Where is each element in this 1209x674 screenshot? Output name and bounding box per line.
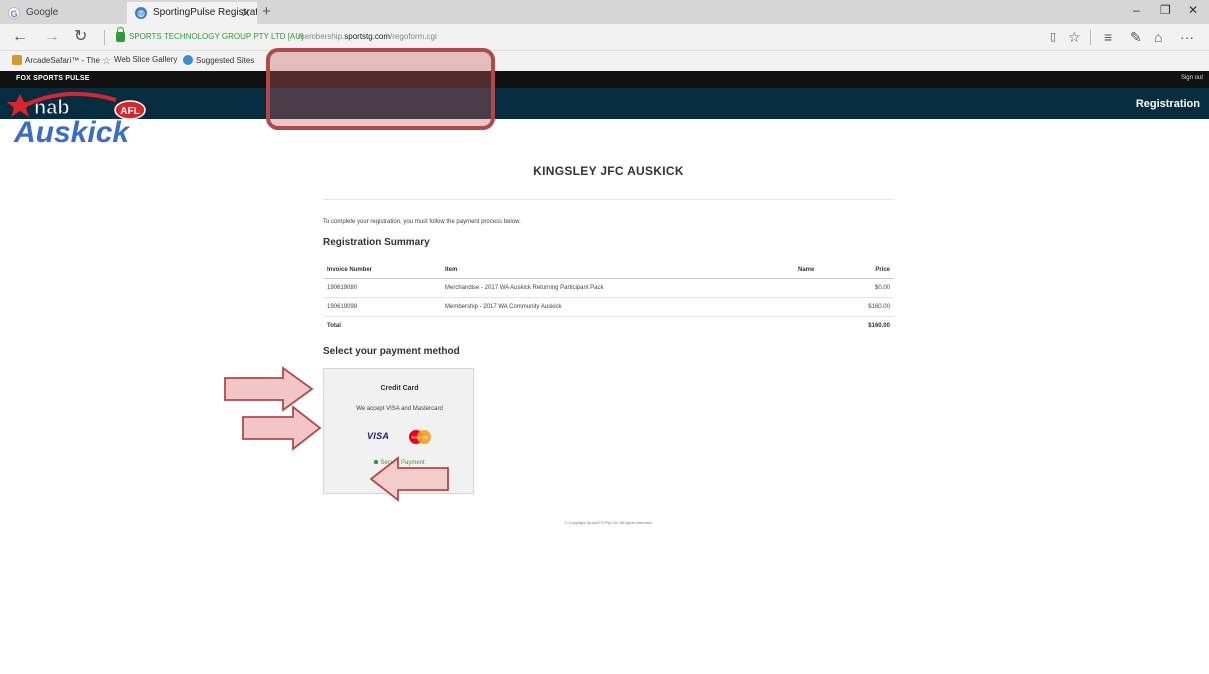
mastercard-logo-icon: MasterCard	[409, 430, 431, 444]
hub-icon[interactable]: ≡	[1104, 29, 1112, 45]
item-cell: Merchandise - 2017 WA Auskick Returning …	[441, 278, 794, 298]
annotation-highlight-box	[266, 48, 495, 130]
copyright-footer: © Copyright SportsTG Pty Ltd. All rights…	[564, 520, 653, 525]
column-header-name: Name	[794, 262, 844, 279]
annotation-arrow-right-icon	[242, 405, 322, 451]
fox-sports-pulse-label[interactable]: FOX SPORTS PULSE	[16, 75, 90, 82]
arcade-icon	[12, 55, 22, 65]
nab-afl-auskick-logo: nab AFL Auskick	[7, 91, 146, 148]
fox-sports-pulse-bar: FOX SPORTS PULSE Sign out	[0, 71, 1209, 88]
close-tab-icon[interactable]: ✕	[241, 2, 251, 24]
price-cell: $0.00	[844, 278, 894, 298]
total-value: $160.00	[868, 322, 890, 329]
table-row: 190619080 Merchandise - 2017 WA Auskick …	[323, 278, 894, 298]
registration-summary-table: Invoice Number Item Name Price 190619080…	[323, 262, 894, 335]
name-cell	[794, 278, 844, 298]
club-title: KINGSLEY JFC AUSKICK	[533, 164, 684, 178]
tab-google[interactable]: G Google	[0, 2, 126, 24]
web-note-icon[interactable]: ✎	[1130, 29, 1142, 45]
refresh-icon[interactable]: ↻	[74, 28, 87, 46]
table-header-row: Invoice Number Item Name Price	[323, 262, 894, 279]
total-label: Total	[327, 322, 341, 329]
visa-logo-icon: VISA	[367, 431, 390, 441]
payment-method-heading: Select your payment method	[323, 346, 460, 357]
intro-text: To complete your registration, you must …	[323, 219, 521, 225]
sign-out-link[interactable]: Sign out	[1181, 75, 1203, 81]
ie-icon	[183, 55, 193, 65]
favorite-web-slice-gallery[interactable]: ☆ Web Slice Gallery	[102, 55, 177, 67]
invoice-number-cell: 190619098	[323, 297, 441, 317]
back-icon[interactable]: ←	[12, 28, 28, 46]
name-cell	[794, 297, 844, 317]
reading-view-icon[interactable]: ▯	[1050, 29, 1056, 45]
new-tab-icon[interactable]: +	[262, 2, 271, 22]
forward-icon[interactable]: →	[44, 28, 60, 46]
favorite-label: ArcadeSafari™ - The	[25, 56, 100, 65]
certificate-label[interactable]: SPORTS TECHNOLOGY GROUP PTY LTD [AU]	[129, 32, 303, 41]
item-cell: Membership - 2017 WA Community Auskick	[441, 297, 794, 317]
address-bar: ← → ↻ SPORTS TECHNOLOGY GROUP PTY LTD [A…	[0, 24, 1209, 51]
divider	[323, 199, 894, 200]
url-field[interactable]: membership.sportstg.com/regoform.cgi	[298, 32, 437, 41]
favorite-arcadesafari[interactable]: ArcadeSafari™ - The	[12, 55, 100, 65]
maximize-icon[interactable]: ❐	[1160, 3, 1171, 17]
window-close-icon[interactable]: ✕	[1188, 3, 1198, 17]
logo-auskick-text: Auskick	[13, 116, 130, 148]
credit-card-title: Credit Card	[380, 385, 419, 392]
lock-icon[interactable]	[116, 27, 125, 42]
site-header: Registration	[0, 88, 1209, 119]
price-cell: $160.00	[844, 297, 894, 317]
divider	[1090, 30, 1091, 45]
mastercard-logo-text: MasterCard	[412, 436, 429, 440]
column-header-invoice: Invoice Number	[323, 262, 441, 279]
globe-icon: ◍	[135, 7, 147, 19]
empty-cell	[794, 316, 844, 335]
star-outline-icon: ☆	[102, 56, 111, 67]
favorites-bar: ArcadeSafari™ - The ☆ Web Slice Gallery S…	[0, 51, 1209, 71]
registration-title: Registration	[1135, 98, 1200, 110]
table-row: 190619098 Membership - 2017 WA Community…	[323, 297, 894, 317]
more-icon[interactable]: ···	[1180, 29, 1194, 45]
tab-sportingpulse[interactable]: ◍ SportingPulse Registrati ✕	[127, 2, 257, 24]
url-domain: sportstg.com	[344, 32, 391, 41]
invoice-number-cell: 190619080	[323, 278, 441, 298]
browser-tab-bar: G Google ◍ SportingPulse Registrati ✕ + …	[0, 0, 1209, 24]
annotation-arrow-left-icon	[369, 456, 449, 502]
tab-label: Google	[26, 7, 59, 18]
url-prefix: membership.	[298, 32, 345, 41]
share-icon[interactable]: ⌂	[1154, 29, 1162, 45]
favorite-label: Suggested Sites	[196, 56, 255, 65]
column-header-price: Price	[844, 262, 894, 279]
url-path: /regoform.cgi	[390, 32, 437, 41]
favorite-label: Web Slice Gallery	[113, 55, 178, 64]
empty-cell	[441, 316, 794, 335]
column-header-item: Item	[441, 262, 794, 279]
google-icon: G	[8, 7, 20, 19]
accepted-cards-text: We accept VISA and Mastercard	[356, 406, 443, 412]
registration-summary-heading: Registration Summary	[323, 237, 430, 248]
table-total-row: Total $160.00	[323, 316, 894, 335]
favorite-star-icon[interactable]: ☆	[1068, 29, 1081, 45]
minimize-icon[interactable]: –	[1133, 3, 1140, 17]
favorite-suggested-sites[interactable]: Suggested Sites	[183, 55, 254, 65]
divider	[104, 30, 105, 45]
